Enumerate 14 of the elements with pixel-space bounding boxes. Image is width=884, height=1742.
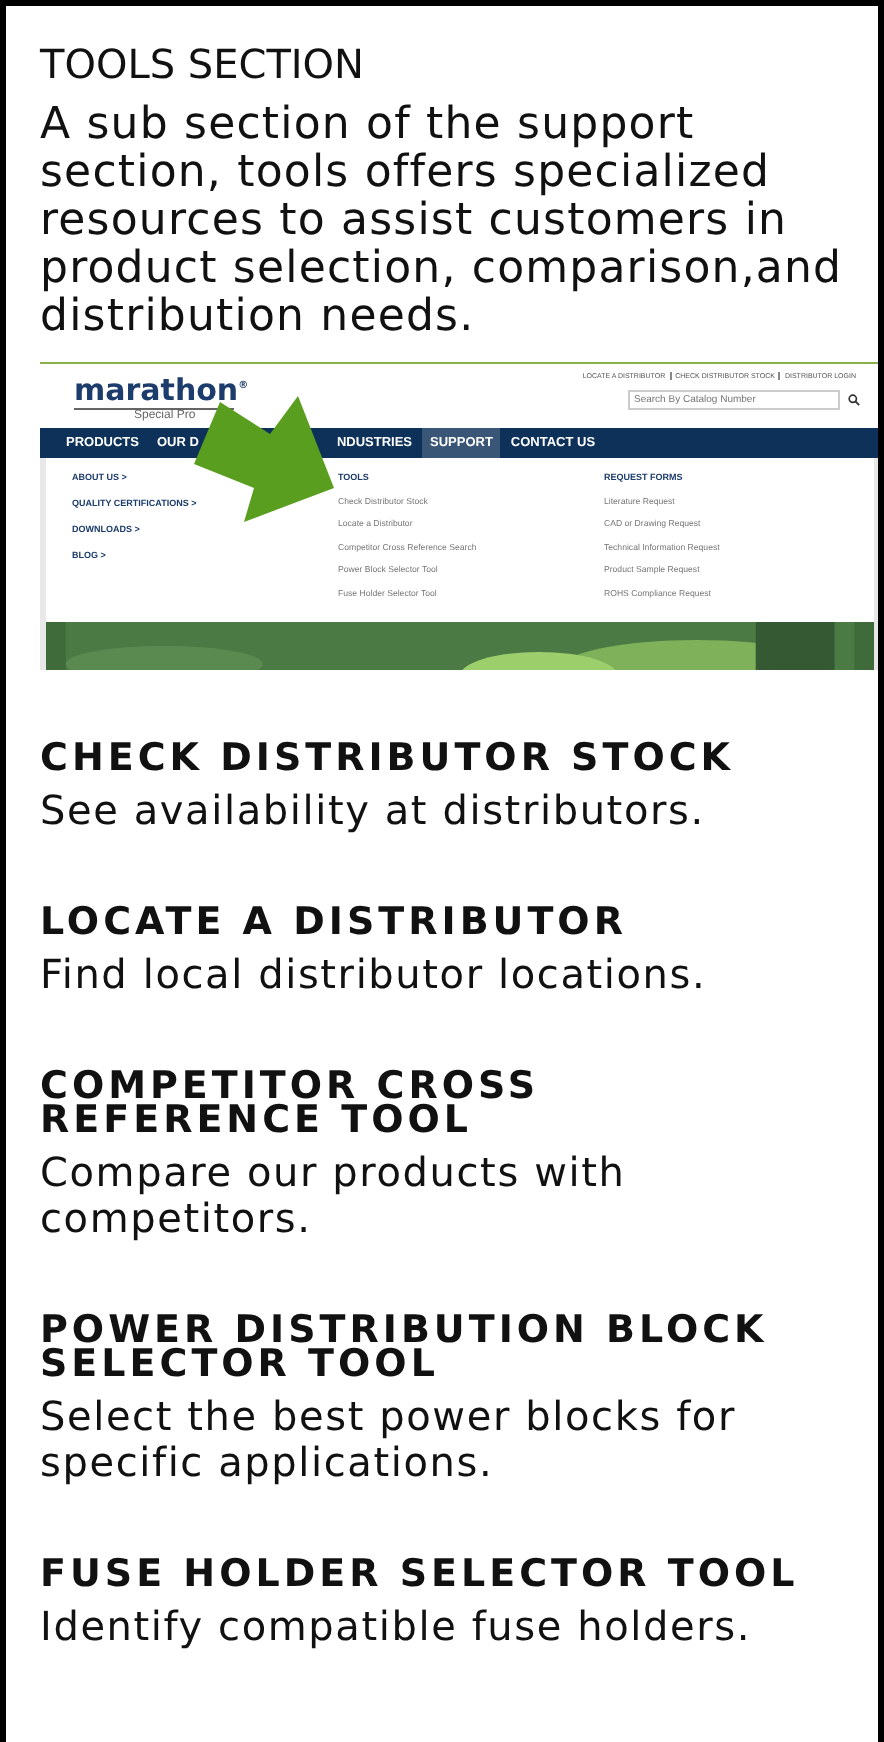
tool-description: Select the best power blocks for specific applications. [40, 1394, 738, 1486]
tool-heading: LOCATE A DISTRIBUTOR [40, 906, 629, 940]
section-description: A sub section of the support section, tools offers specialized resources to assist customers in product selection, comparison,and distribution needs. [40, 102, 845, 342]
tool-description: Compare our products with competitors. [40, 1150, 628, 1242]
tool-heading: CHECK DISTRIBUTOR STOCK [40, 742, 737, 776]
brand-logo: marathon$^{®}$ [74, 372, 249, 406]
search-icon [848, 394, 860, 406]
tool-heading: FUSE HOLDER SELECTOR TOOL [40, 1558, 801, 1592]
tool-description: Identify compatible fuse holders. [40, 1604, 754, 1650]
tool-description: Find local distributor locations. [40, 952, 709, 998]
tool-heading: POWER DISTRIBUTION BLOCK SELECTOR TOOL [40, 1314, 770, 1382]
tool-description: See availability at distributors. [40, 788, 707, 834]
section-title: TOOLS SECTION [40, 38, 367, 90]
tool-heading: COMPETITOR CROSS REFERENCE TOOL [40, 1070, 542, 1138]
